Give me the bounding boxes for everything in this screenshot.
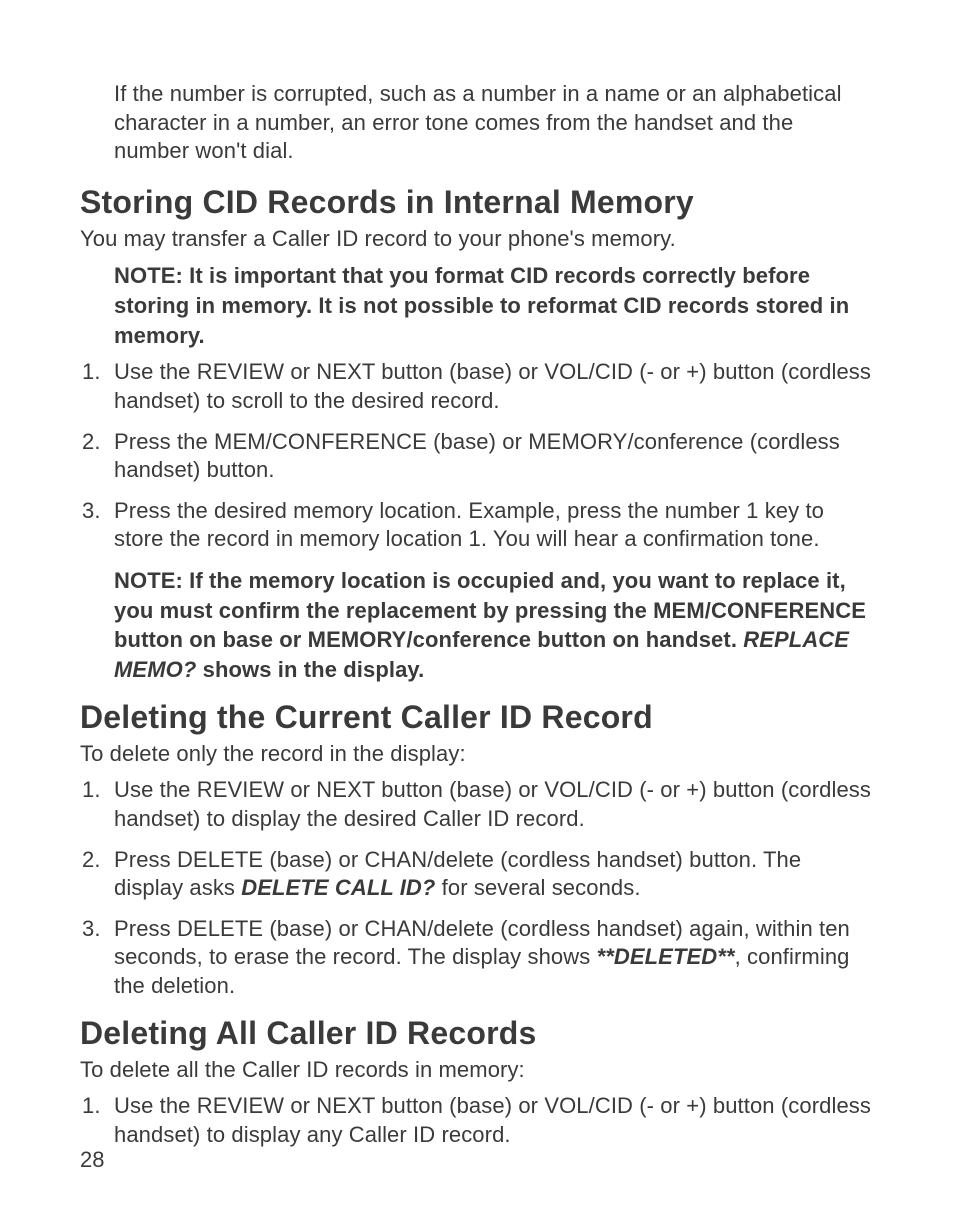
document-page: If the number is corrupted, such as a nu… [0,0,954,1215]
heading-storing-cid: Storing CID Records in Internal Memory [80,184,874,221]
list-item: Use the REVIEW or NEXT button (base) or … [80,358,874,415]
paragraph: To delete all the Caller ID records in m… [80,1056,874,1085]
note-text: shows in the display. [196,657,424,682]
item-emphasis: **DELETED** [597,944,735,969]
list-item: Use the REVIEW or NEXT button (base) or … [80,1092,874,1149]
heading-deleting-current: Deleting the Current Caller ID Record [80,699,874,736]
ordered-list: Use the REVIEW or NEXT button (base) or … [80,1092,874,1149]
list-item: Press the MEM/CONFERENCE (base) or MEMOR… [80,428,874,485]
heading-deleting-all: Deleting All Caller ID Records [80,1015,874,1052]
note-block: NOTE: If the memory location is occupied… [114,566,874,685]
intro-paragraph: If the number is corrupted, such as a nu… [114,80,874,166]
paragraph: To delete only the record in the display… [80,740,874,769]
list-item: Press the desired memory location. Examp… [80,497,874,554]
page-number: 28 [80,1147,104,1173]
paragraph: You may transfer a Caller ID record to y… [80,225,874,254]
list-item: Use the REVIEW or NEXT button (base) or … [80,776,874,833]
list-item: Press DELETE (base) or CHAN/delete (cord… [80,846,874,903]
item-emphasis: DELETE CALL ID? [241,875,435,900]
note-block: NOTE: It is important that you format CI… [114,261,874,350]
ordered-list: Use the REVIEW or NEXT button (base) or … [80,358,874,554]
list-item: Press DELETE (base) or CHAN/delete (cord… [80,915,874,1001]
ordered-list: Use the REVIEW or NEXT button (base) or … [80,776,874,1000]
item-text: Use the REVIEW or NEXT button (base) or … [114,777,871,831]
item-text: for several seconds. [435,875,640,900]
